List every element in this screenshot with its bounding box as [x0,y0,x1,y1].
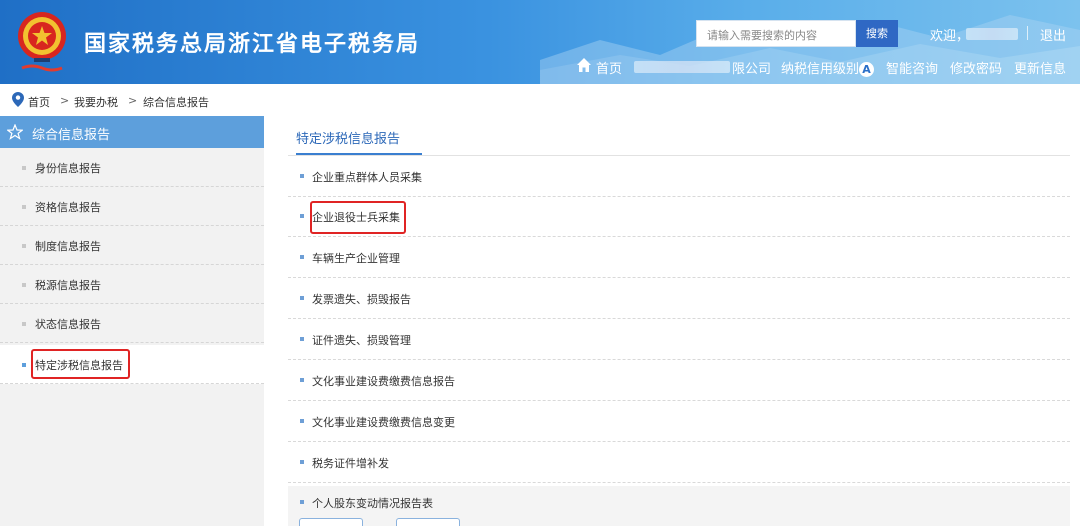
redacted-company-name [634,61,730,73]
list-item-culture-fee-change[interactable]: 文化事业建设费缴费信息变更 [288,401,1070,442]
bullet-dot [300,174,304,178]
welcome-label: 欢迎， [930,29,970,44]
highlight-box [310,201,406,234]
site-title: 国家税务总局浙江省电子税务局 [84,32,421,57]
sub-action-button[interactable] [396,518,460,526]
bullet-dot [300,460,304,464]
list-item-label: 证件遗失、损毁管理 [312,334,411,347]
header-divider [1027,26,1028,40]
breadcrumb-current: 综合信息报告 [143,96,209,109]
list-item-shareholder-change[interactable]: 个人股东变动情况报告表 [288,482,1070,523]
company-name-suffix: 限公司 [732,62,772,77]
list-item-key-group-personnel[interactable]: 企业重点群体人员采集 [288,156,1070,197]
breadcrumb-tax-handling[interactable]: 我要办税 [74,94,118,110]
sidebar-item-label: 税源信息报告 [35,279,101,292]
bullet-dot [22,166,26,170]
breadcrumb-home[interactable]: 首页 [28,94,50,110]
bullet-dot [300,214,304,218]
bullet-dot [22,244,26,248]
breadcrumb-separator: > [128,94,138,107]
bullet-dot [300,296,304,300]
highlight-box [31,349,130,379]
bullet-dot [300,378,304,382]
home-link[interactable]: 首页 [596,58,622,77]
search-button[interactable]: 搜索 [856,20,898,47]
bullet-dot [300,255,304,259]
list-item-certificate-loss[interactable]: 证件遗失、损毁管理 [288,319,1070,360]
sidebar-item-identity-report[interactable]: 身份信息报告 [0,148,264,187]
search-input[interactable]: 请输入需要搜索的内容 [696,20,856,47]
list-item-label: 税务证件增补发 [312,457,389,470]
list-item-label: 车辆生产企业管理 [312,252,400,265]
sidebar-header-label: 综合信息报告 [32,128,111,143]
bullet-dot [300,500,304,504]
national-emblem-icon [18,12,66,72]
sidebar-item-label: 制度信息报告 [35,240,101,253]
bullet-dot [22,283,26,287]
home-icon[interactable] [576,57,592,73]
smart-consult-link[interactable]: 智能咨询 [886,58,938,77]
credit-rating-label: 纳税信用级别 [781,62,860,77]
sidebar-item-status-report[interactable]: 状态信息报告 [0,304,264,343]
list-item-tax-certificate-reissue[interactable]: 税务证件增补发 [288,442,1070,483]
bullet-dot [22,322,26,326]
sub-action-button[interactable] [299,518,363,526]
bullet-dot [300,419,304,423]
list-item-label: 个人股东变动情况报告表 [312,497,433,510]
update-info-link[interactable]: 更新信息 [1014,58,1066,77]
change-password-link[interactable]: 修改密码 [950,58,1002,77]
list-item-invoice-loss-report[interactable]: 发票遗失、损毁报告 [288,278,1070,319]
redacted-username [966,28,1018,40]
tab-specific-tax-report[interactable]: 特定涉税信息报告 [296,128,400,147]
list-item-vehicle-manufacturer[interactable]: 车辆生产企业管理 [288,237,1070,278]
sidebar-header[interactable]: 综合信息报告 [0,116,264,148]
list-item-label: 企业重点群体人员采集 [312,171,422,184]
list-item-label: 文化事业建设费缴费信息变更 [312,416,455,429]
list-item-culture-fee-report[interactable]: 文化事业建设费缴费信息报告 [288,360,1070,401]
sidebar-item-label: 状态信息报告 [35,318,101,331]
location-pin-icon [12,92,24,107]
sidebar-item-system-report[interactable]: 制度信息报告 [0,226,264,265]
credit-rating-badge: A [859,62,875,77]
list-item-label: 发票遗失、损毁报告 [312,293,411,306]
breadcrumb-separator: > [60,94,70,107]
credit-rating: 纳税信用级别 A [781,58,875,77]
sidebar-item-tax-source-report[interactable]: 税源信息报告 [0,265,264,304]
bullet-dot [22,205,26,209]
list-item-label: 文化事业建设费缴费信息报告 [312,375,455,388]
sidebar-item-label: 资格信息报告 [35,201,101,214]
sidebar-item-label: 身份信息报告 [35,162,101,175]
bullet-dot [22,363,26,367]
bullet-dot [300,337,304,341]
logout-link[interactable]: 退出 [1040,25,1066,44]
sidebar-item-qualification-report[interactable]: 资格信息报告 [0,187,264,226]
star-icon [7,124,23,140]
